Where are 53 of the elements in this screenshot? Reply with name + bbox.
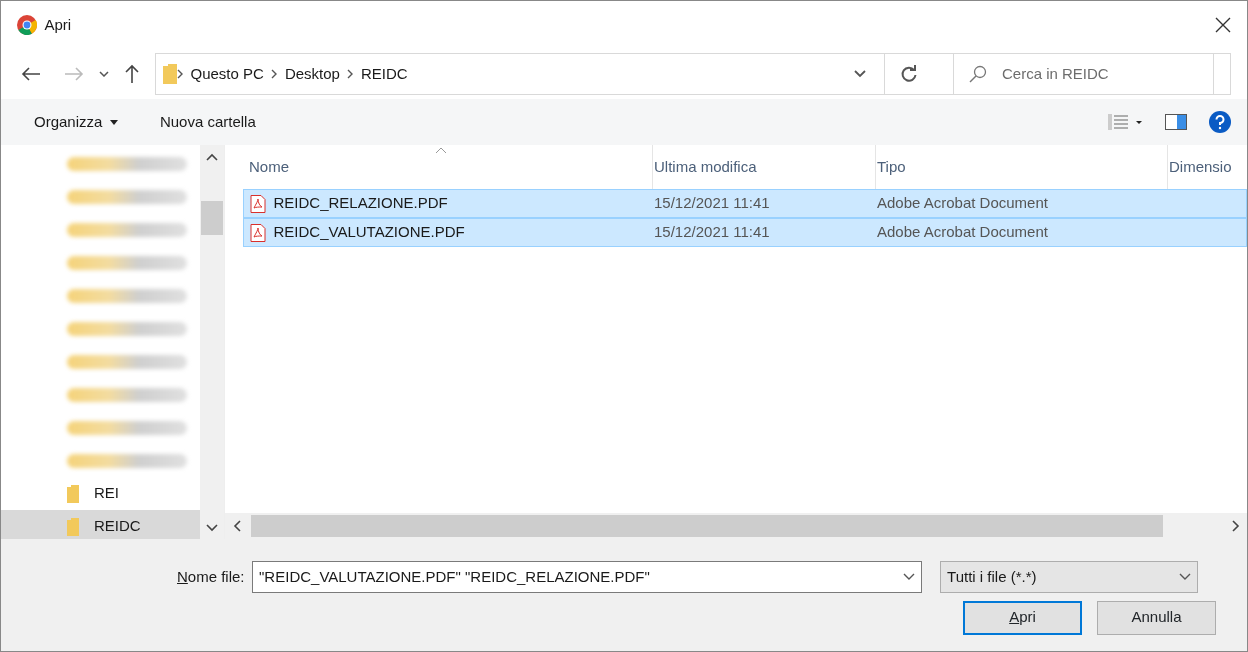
vertical-scrollbar[interactable] bbox=[200, 145, 224, 539]
chevron-down-icon[interactable] bbox=[98, 71, 109, 77]
scrollbar-thumb[interactable] bbox=[250, 515, 1163, 537]
chevron-left-icon[interactable] bbox=[232, 520, 241, 532]
search-icon bbox=[969, 65, 987, 83]
folder-icon bbox=[163, 64, 177, 84]
forward-arrow-icon[interactable] bbox=[63, 66, 84, 82]
chevron-down-icon[interactable] bbox=[206, 523, 218, 532]
help-icon[interactable] bbox=[1209, 111, 1231, 133]
refresh-icon[interactable] bbox=[900, 65, 918, 83]
view-options-icon[interactable] bbox=[1108, 113, 1142, 131]
table-cell-text: Adobe Acrobat Document bbox=[877, 193, 1048, 214]
new-folder-button[interactable]: Nuova cartella bbox=[159, 110, 256, 134]
scrollbar-thumb[interactable] bbox=[201, 200, 223, 235]
chevron-down-icon[interactable] bbox=[903, 573, 916, 581]
file-row[interactable]: REIDC_RELAZIONE.PDF 15/12/2021 11:41 Adobe Acrobat Document bbox=[243, 189, 1247, 218]
chevron-right-icon bbox=[347, 69, 354, 79]
horizontal-scrollbar[interactable] bbox=[225, 513, 1247, 539]
breadcrumb-item[interactable]: REIDC bbox=[360, 62, 408, 86]
folder-icon bbox=[67, 484, 79, 503]
table-cell-text: REIDC_RELAZIONE.PDF bbox=[273, 193, 448, 214]
file-name-field[interactable]: "REIDC_VALUTAZIONE.PDF" "REIDC_RELAZIONE.PDF" bbox=[252, 561, 923, 593]
window-title: Apri bbox=[44, 14, 72, 35]
file-type-dropdown[interactable]: Tutti i file (*.*) bbox=[940, 561, 1199, 593]
up-arrow-icon[interactable] bbox=[123, 64, 140, 84]
table-cell-text: REIDC_VALUTAZIONE.PDF bbox=[273, 222, 465, 243]
pdf-file-icon bbox=[250, 223, 266, 242]
chevron-up-icon[interactable] bbox=[206, 152, 218, 161]
file-row[interactable]: REIDC_VALUTAZIONE.PDF 15/12/2021 11:41 Adobe Acrobat Document bbox=[243, 218, 1247, 247]
table-cell-text: 15/12/2021 11:41 bbox=[654, 193, 771, 214]
back-arrow-icon[interactable] bbox=[21, 66, 41, 82]
breadcrumb-item[interactable]: Questo PC bbox=[190, 62, 264, 86]
table-cell-text: 15/12/2021 11:41 bbox=[654, 222, 771, 243]
table-cell-text: Adobe Acrobat Document bbox=[877, 222, 1048, 243]
chevron-right-icon[interactable] bbox=[1231, 520, 1240, 532]
file-name-label: Nome file: bbox=[177, 566, 245, 587]
pdf-file-icon bbox=[250, 194, 266, 213]
open-button[interactable]: Apri bbox=[963, 600, 1082, 635]
chevron-down-icon bbox=[1179, 573, 1192, 581]
caret-icon bbox=[109, 119, 118, 125]
breadcrumb-item[interactable]: Desktop bbox=[284, 62, 340, 86]
sidebar-item[interactable]: REI bbox=[1, 477, 200, 510]
column-header[interactable]: Dimensio bbox=[1168, 145, 1248, 189]
search-field[interactable]: Cerca in REIDC bbox=[953, 53, 1231, 95]
folder-icon bbox=[67, 517, 79, 536]
chevron-right-icon bbox=[271, 69, 278, 79]
browser-logo-icon bbox=[17, 15, 37, 35]
chevron-down-icon[interactable] bbox=[854, 70, 866, 78]
preview-pane-icon[interactable] bbox=[1164, 114, 1187, 130]
cancel-button[interactable]: Annulla bbox=[1097, 600, 1216, 635]
close-icon[interactable] bbox=[1215, 17, 1231, 33]
chevron-right-icon bbox=[177, 69, 183, 79]
organize-menu[interactable]: Organizza bbox=[34, 110, 118, 134]
